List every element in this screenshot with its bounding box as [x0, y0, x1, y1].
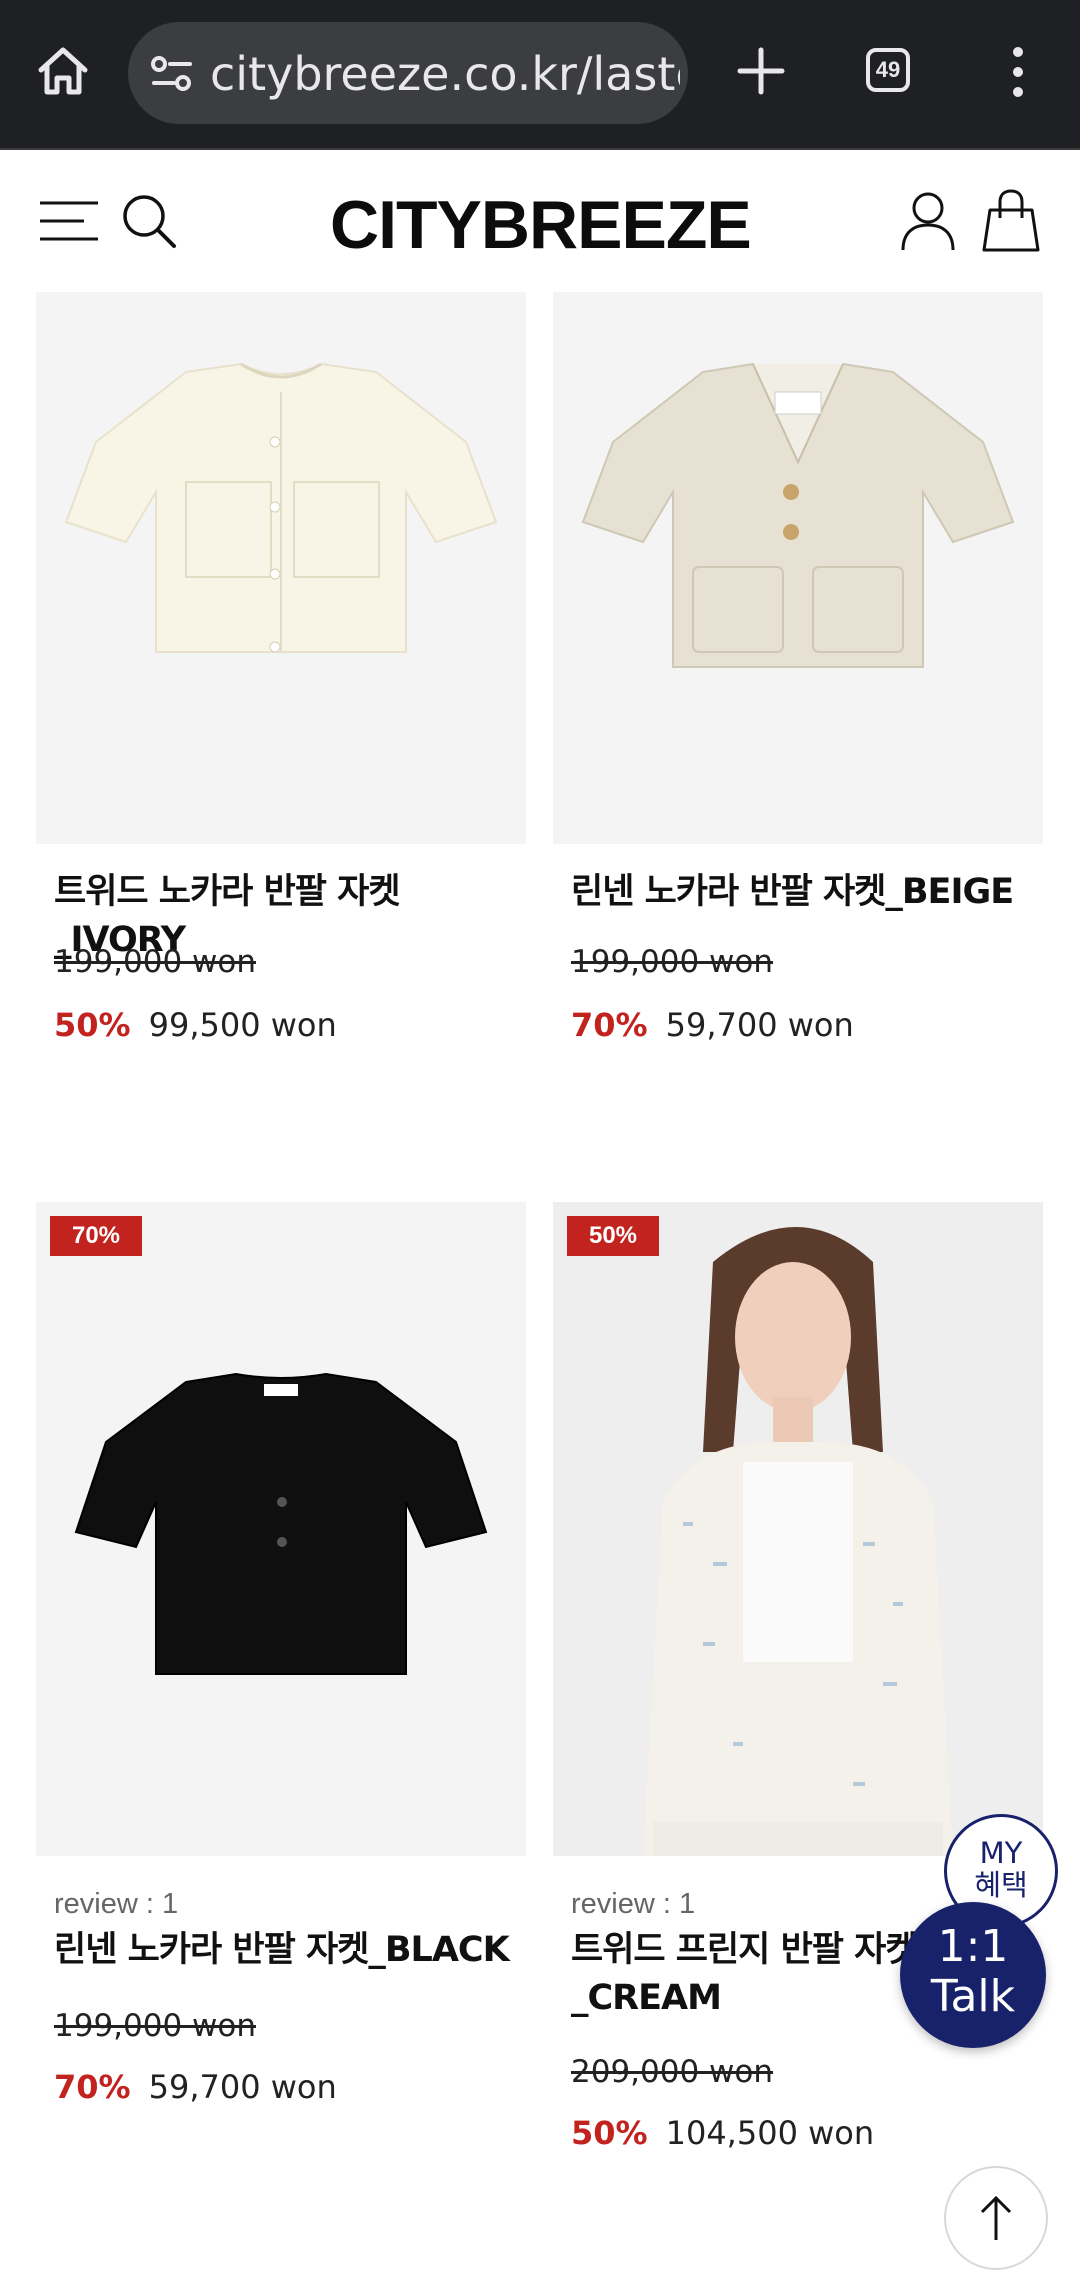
product-image-black-jacket[interactable]: 70% [36, 1202, 526, 1856]
brand-logo[interactable]: CITYBREEZE [330, 190, 752, 260]
sale-price: 104,500 won [665, 2114, 875, 2152]
sale-price: 99,500 won [148, 1006, 337, 1044]
search-icon[interactable] [120, 192, 178, 250]
product-image-beige-jacket[interactable] [553, 292, 1043, 844]
browser-toolbar: citybreeze.co.kr/lastc 49 [0, 0, 1080, 150]
discount-percent: 70% [571, 1006, 648, 1044]
product-image-cream-jacket[interactable]: 50% [553, 1202, 1043, 1856]
discount-percent: 50% [571, 2114, 648, 2152]
discount-percent: 50% [54, 1006, 131, 1044]
sale-price-row: 70% 59,700 won [571, 1006, 854, 1044]
review-count: review : 1 [54, 1888, 179, 1920]
original-price: 199,000 won [571, 944, 774, 980]
hamburger-menu-icon[interactable] [40, 200, 98, 242]
my-benefit-label-line1: MY [979, 1836, 1023, 1870]
one-to-one-talk-button[interactable]: 1:1 Talk [900, 1902, 1046, 2048]
beige-jacket-image [581, 362, 1015, 668]
sale-price-row: 50% 104,500 won [571, 2114, 874, 2152]
original-price: 209,000 won [571, 2054, 774, 2090]
my-benefit-label-line2: 혜택 [974, 1868, 1028, 1902]
discount-badge: 70% [50, 1216, 142, 1256]
sale-price: 59,700 won [148, 2068, 337, 2106]
black-jacket-image [74, 1372, 488, 1675]
discount-percent: 70% [54, 2068, 131, 2106]
review-count: review : 1 [571, 1888, 696, 1920]
sale-price-row: 70% 59,700 won [54, 2068, 337, 2106]
ivory-jacket-image [64, 362, 498, 653]
product-card-black[interactable]: 70% review : 1 린넨 노카라 반팔 자켓_BLACK 199,00… [36, 1202, 526, 2106]
address-bar[interactable]: citybreeze.co.kr/lastc [128, 22, 688, 124]
original-price: 199,000 won [54, 2008, 257, 2044]
url-text[interactable]: citybreeze.co.kr/lastc [210, 46, 680, 102]
tab-switcher-icon[interactable]: 49 [866, 48, 910, 92]
cream-jacket-model-image [553, 1202, 1043, 1856]
scroll-to-top-button[interactable] [944, 2166, 1048, 2270]
talk-label-line1: 1:1 [937, 1921, 1009, 1972]
user-icon[interactable] [900, 190, 956, 252]
sale-price-row: 50% 99,500 won [54, 1006, 337, 1044]
sale-price: 59,700 won [665, 1006, 854, 1044]
site-header: CITYBREEZE [0, 150, 1080, 290]
original-price: 199,000 won [54, 944, 257, 980]
arrow-up-icon [980, 2195, 1012, 2240]
shopping-bag-icon[interactable] [980, 188, 1042, 254]
discount-badge: 50% [567, 1216, 659, 1256]
product-image-ivory-jacket[interactable] [36, 292, 526, 844]
product-name[interactable]: 린넨 노카라 반팔 자켓_BEIGE [571, 868, 1041, 916]
home-icon[interactable] [36, 44, 90, 98]
new-tab-icon[interactable] [736, 46, 786, 96]
product-name[interactable]: 린넨 노카라 반팔 자켓_BLACK [54, 1926, 524, 1974]
product-card-ivory[interactable]: 트위드 노카라 반팔 자켓_IVORY 199,000 won 50% 99,50… [36, 292, 526, 1052]
talk-label-line2: Talk [930, 1971, 1016, 2022]
more-menu-icon[interactable] [1006, 46, 1030, 98]
product-card-beige[interactable]: 린넨 노카라 반팔 자켓_BEIGE 199,000 won 70% 59,700… [553, 292, 1043, 1052]
site-settings-icon[interactable] [150, 54, 194, 94]
